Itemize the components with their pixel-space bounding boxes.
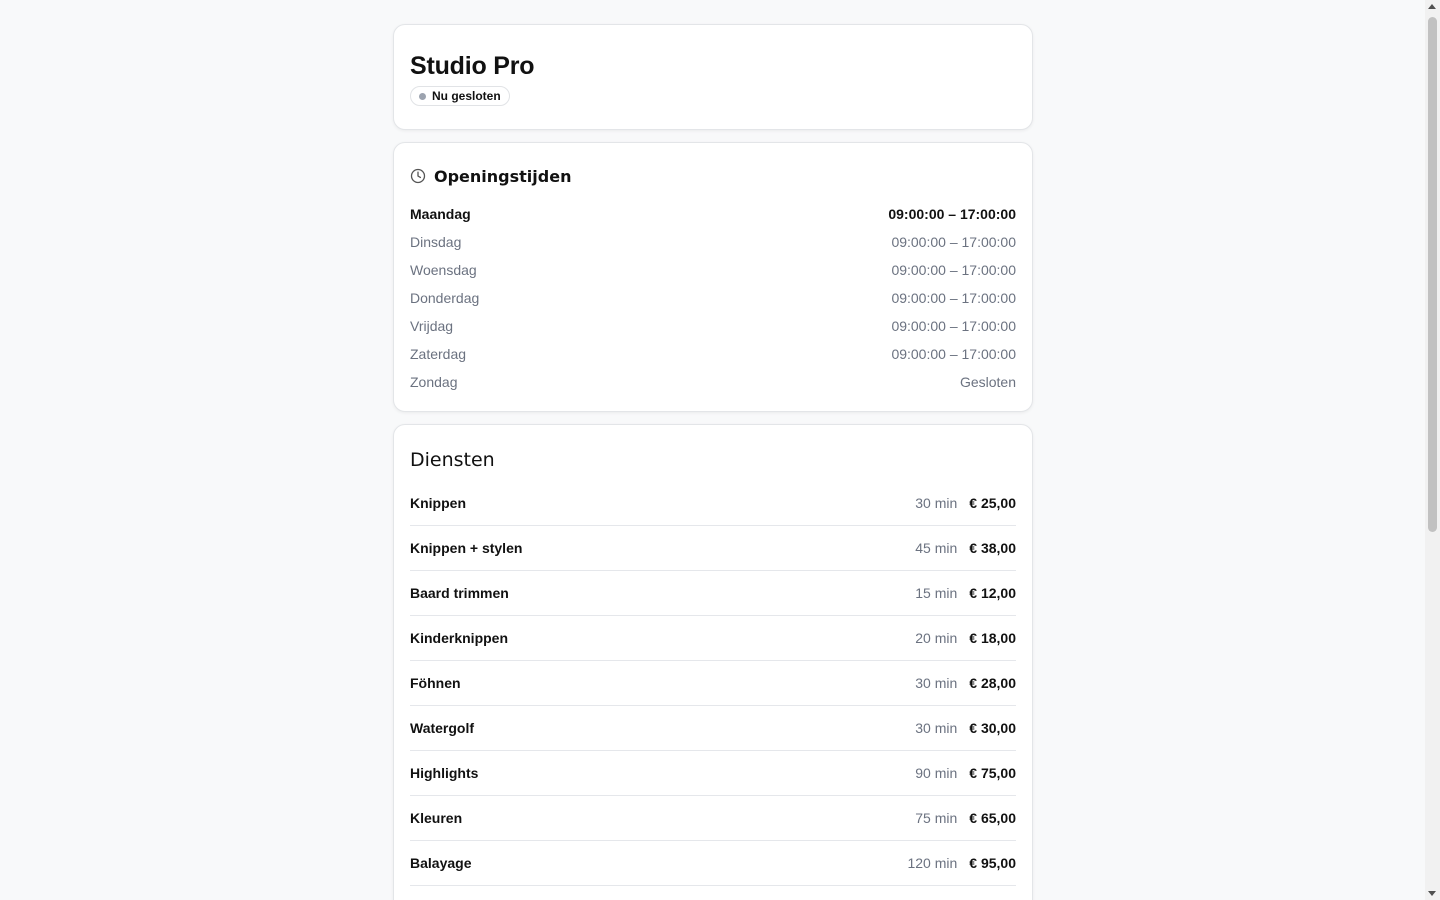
- service-duration: 120 min: [907, 855, 958, 871]
- hours-day: Dinsdag: [410, 234, 462, 250]
- service-price: € 25,00: [969, 495, 1016, 511]
- hours-day: Woensdag: [410, 262, 477, 278]
- status-badge: Nu gesloten: [410, 86, 510, 106]
- service-duration: 75 min: [915, 810, 958, 826]
- opening-hours-title: Openingstijden: [434, 166, 572, 186]
- hours-row-dinsdag: Dinsdag 09:00:00 – 17:00:00: [410, 228, 1016, 256]
- hours-time: 09:00:00 – 17:00:00: [891, 318, 1016, 334]
- service-row[interactable]: Kinderknippen 20 min € 18,00: [410, 616, 1016, 661]
- service-duration: 30 min: [915, 720, 958, 736]
- hours-day: Vrijdag: [410, 318, 454, 334]
- service-duration: 30 min: [915, 495, 958, 511]
- service-meta: 75 min € 65,00: [915, 810, 1016, 826]
- opening-hours-header: Openingstijden: [410, 165, 1016, 187]
- services-title: Diensten: [410, 449, 495, 471]
- service-meta: 30 min € 25,00: [915, 495, 1016, 511]
- service-name: Knippen: [410, 495, 466, 511]
- service-row[interactable]: Föhnen 30 min € 28,00: [410, 661, 1016, 706]
- service-meta: 45 min € 38,00: [915, 540, 1016, 556]
- hours-row-zondag: Zondag Gesloten: [410, 368, 1016, 396]
- hours-row-zaterdag: Zaterdag 09:00:00 – 17:00:00: [410, 340, 1016, 368]
- hours-day: Zaterdag: [410, 346, 467, 362]
- service-meta: 30 min € 28,00: [915, 675, 1016, 691]
- service-price: € 18,00: [969, 630, 1016, 646]
- service-price: € 38,00: [969, 540, 1016, 556]
- business-name: Studio Pro: [410, 52, 535, 80]
- service-price: € 75,00: [969, 765, 1016, 781]
- page: Studio Pro Nu gesloten Openingstijden Ma…: [0, 0, 1425, 900]
- service-meta: 120 min € 95,00: [907, 855, 1016, 871]
- service-name: Balayage: [410, 855, 472, 871]
- clock-icon: [410, 168, 426, 184]
- service-duration: 15 min: [915, 585, 958, 601]
- service-duration: 20 min: [915, 630, 958, 646]
- service-row[interactable]: Knippen + stylen 45 min € 38,00: [410, 526, 1016, 571]
- opening-hours-list: Maandag 09:00:00 – 17:00:00 Dinsdag 09:00:0…: [410, 200, 1016, 396]
- status-label: Nu gesloten: [432, 89, 501, 103]
- services-list: Knippen 30 min € 25,00 Knippen + stylen 45 m…: [410, 481, 1016, 886]
- service-meta: 30 min € 30,00: [915, 720, 1016, 736]
- hours-row-maandag: Maandag 09:00:00 – 17:00:00: [410, 200, 1016, 228]
- hours-row-donderdag: Donderdag 09:00:00 – 17:00:00: [410, 284, 1016, 312]
- service-name: Knippen + stylen: [410, 540, 523, 556]
- service-price: € 65,00: [969, 810, 1016, 826]
- service-duration: 90 min: [915, 765, 958, 781]
- service-name: Kleuren: [410, 810, 463, 826]
- hours-day: Zondag: [410, 374, 458, 390]
- service-name: Baard trimmen: [410, 585, 509, 601]
- service-price: € 95,00: [969, 855, 1016, 871]
- service-duration: 45 min: [915, 540, 958, 556]
- services-card: Diensten Knippen 30 min € 25,00 Knippen + s…: [393, 424, 1033, 900]
- hours-row-vrijdag: Vrijdag 09:00:00 – 17:00:00: [410, 312, 1016, 340]
- vertical-scrollbar[interactable]: [1425, 0, 1440, 900]
- service-row[interactable]: Baard trimmen 15 min € 12,00: [410, 571, 1016, 616]
- hours-day: Maandag: [410, 206, 471, 222]
- hours-time: 09:00:00 – 17:00:00: [891, 346, 1016, 362]
- hours-time: 09:00:00 – 17:00:00: [891, 234, 1016, 250]
- service-duration: 30 min: [915, 675, 958, 691]
- service-price: € 28,00: [969, 675, 1016, 691]
- service-row[interactable]: Balayage 120 min € 95,00: [410, 841, 1016, 886]
- scroll-down-arrow-icon[interactable]: [1428, 891, 1436, 896]
- hours-row-woensdag: Woensdag 09:00:00 – 17:00:00: [410, 256, 1016, 284]
- service-meta: 15 min € 12,00: [915, 585, 1016, 601]
- service-row[interactable]: Highlights 90 min € 75,00: [410, 751, 1016, 796]
- business-header-card: Studio Pro Nu gesloten: [393, 24, 1033, 130]
- service-name: Watergolf: [410, 720, 475, 736]
- opening-hours-card: Openingstijden Maandag 09:00:00 – 17:00:0…: [393, 142, 1033, 412]
- service-name: Föhnen: [410, 675, 461, 691]
- service-name: Highlights: [410, 765, 479, 781]
- service-row[interactable]: Watergolf 30 min € 30,00: [410, 706, 1016, 751]
- service-row[interactable]: Kleuren 75 min € 65,00: [410, 796, 1016, 841]
- service-meta: 20 min € 18,00: [915, 630, 1016, 646]
- hours-time: 09:00:00 – 17:00:00: [891, 290, 1016, 306]
- service-price: € 12,00: [969, 585, 1016, 601]
- service-price: € 30,00: [969, 720, 1016, 736]
- service-name: Kinderknippen: [410, 630, 509, 646]
- scroll-up-arrow-icon[interactable]: [1428, 4, 1436, 9]
- service-row[interactable]: Knippen 30 min € 25,00: [410, 481, 1016, 526]
- service-meta: 90 min € 75,00: [915, 765, 1016, 781]
- status-dot-icon: [419, 92, 426, 100]
- hours-day: Donderdag: [410, 290, 480, 306]
- content-container: Studio Pro Nu gesloten Openingstijden Ma…: [393, 24, 1033, 900]
- hours-time: 09:00:00 – 17:00:00: [888, 206, 1016, 222]
- hours-time: 09:00:00 – 17:00:00: [891, 262, 1016, 278]
- scroll-thumb[interactable]: [1428, 17, 1437, 532]
- hours-time: Gesloten: [959, 374, 1016, 390]
